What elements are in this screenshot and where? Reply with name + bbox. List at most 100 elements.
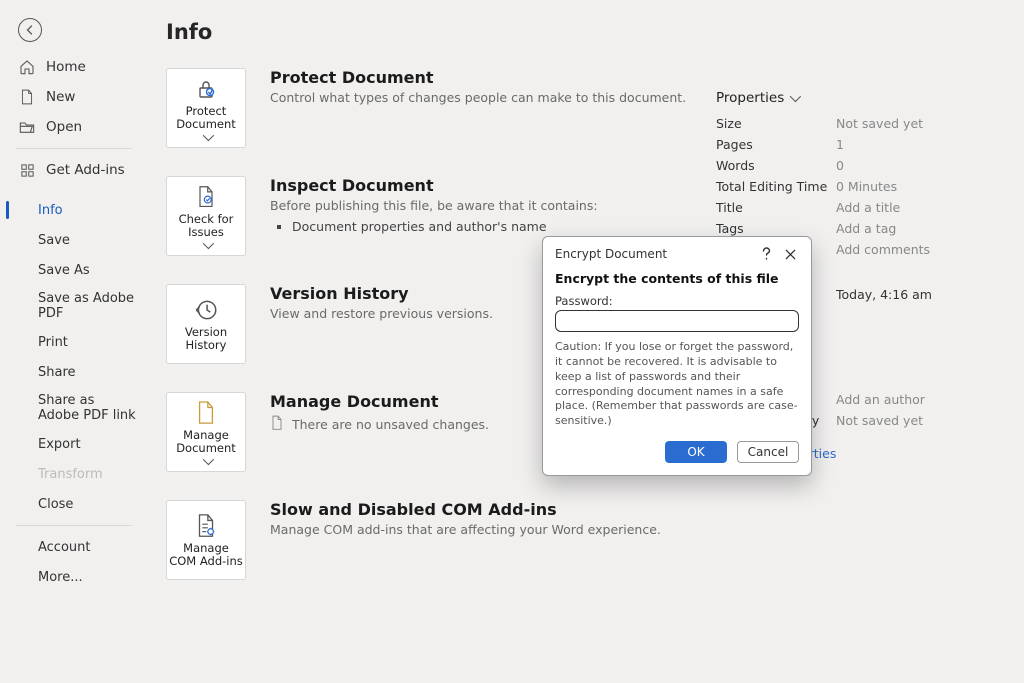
back-button[interactable] bbox=[18, 18, 42, 42]
protect-desc: Control what types of changes people can… bbox=[270, 89, 706, 107]
nav-home-label: Home bbox=[46, 59, 86, 75]
help-button[interactable] bbox=[757, 245, 775, 263]
addins-icon bbox=[18, 161, 36, 179]
close-icon bbox=[785, 249, 796, 260]
nav-save-adobe-pdf[interactable]: Save as Adobe PDF bbox=[0, 285, 148, 327]
version-history-tile[interactable]: Version History bbox=[166, 284, 246, 364]
nav-more-label: More... bbox=[38, 570, 83, 585]
manage-document-tile[interactable]: Manage Document bbox=[166, 392, 246, 472]
prop-title-val[interactable]: Add a title bbox=[836, 200, 996, 215]
question-icon bbox=[761, 247, 772, 261]
inspect-title: Inspect Document bbox=[270, 176, 706, 195]
prop-author-val[interactable]: Add an author bbox=[836, 392, 996, 407]
nav-close-label: Close bbox=[38, 497, 73, 512]
nav-get-addins-label: Get Add-ins bbox=[46, 162, 125, 178]
manage-com-addins-tile[interactable]: Manage COM Add-ins bbox=[166, 500, 246, 580]
arrow-left-icon bbox=[24, 24, 36, 36]
document-icon bbox=[195, 399, 217, 427]
com-title: Slow and Disabled COM Add-ins bbox=[270, 500, 706, 519]
lock-icon bbox=[194, 75, 218, 103]
com-desc: Manage COM add-ins that are affecting yo… bbox=[270, 521, 706, 539]
protect-document-tile[interactable]: Protect Document bbox=[166, 68, 246, 148]
nav-save-label: Save bbox=[38, 233, 70, 248]
nav-account[interactable]: Account bbox=[0, 532, 148, 562]
encrypt-document-dialog: Encrypt Document Encrypt the contents of… bbox=[542, 236, 812, 476]
dialog-title: Encrypt Document bbox=[555, 247, 667, 261]
nav-open-label: Open bbox=[46, 119, 82, 135]
properties-dropdown[interactable]: Properties bbox=[716, 90, 996, 106]
nav-transform: Transform bbox=[0, 459, 148, 489]
chevron-down-icon bbox=[203, 238, 214, 249]
nav-share[interactable]: Share bbox=[0, 357, 148, 387]
ok-button[interactable]: OK bbox=[665, 441, 727, 463]
prop-editing-time-val: 0 Minutes bbox=[836, 179, 996, 194]
prop-size-key: Size bbox=[716, 116, 836, 131]
gear-document-icon bbox=[194, 512, 218, 540]
prop-comments-val[interactable]: Add comments bbox=[836, 242, 996, 257]
nav-save-adobe-label: Save as Adobe PDF bbox=[38, 291, 138, 321]
properties-label: Properties bbox=[716, 90, 784, 106]
section-protect: Protect Document Protect Document Contro… bbox=[166, 68, 706, 148]
prop-title-key: Title bbox=[716, 200, 836, 215]
dialog-caution-text: Caution: If you lose or forget the passw… bbox=[555, 340, 799, 429]
nav-new-label: New bbox=[46, 89, 75, 105]
page-title: Info bbox=[166, 20, 996, 44]
nav-close[interactable]: Close bbox=[0, 489, 148, 519]
section-com-addins: Manage COM Add-ins Slow and Disabled COM… bbox=[166, 500, 706, 580]
inspect-bullet: Document properties and author's name bbox=[292, 219, 706, 234]
folder-open-icon bbox=[18, 118, 36, 136]
nav-get-addins[interactable]: Get Add-ins bbox=[0, 155, 148, 185]
nav-export[interactable]: Export bbox=[0, 429, 148, 459]
chevron-down-icon bbox=[203, 130, 214, 141]
nav-separator bbox=[16, 148, 132, 149]
file-menu-sidebar: Home New Open Get Add-ins Info Save Save… bbox=[0, 0, 148, 683]
password-label: Password: bbox=[555, 294, 799, 308]
inspect-desc: Before publishing this file, be aware th… bbox=[270, 197, 706, 215]
prop-tags-key: Tags bbox=[716, 221, 836, 236]
prop-words-val: 0 bbox=[836, 158, 996, 173]
manage-desc: There are no unsaved changes. bbox=[292, 416, 489, 434]
nav-share-adobe-link[interactable]: Share as Adobe PDF link bbox=[0, 387, 148, 429]
nav-export-label: Export bbox=[38, 437, 81, 452]
nav-print-label: Print bbox=[38, 335, 68, 350]
prop-size-val: Not saved yet bbox=[836, 116, 996, 131]
cancel-button[interactable]: Cancel bbox=[737, 441, 799, 463]
protect-tile-label: Protect Document bbox=[169, 105, 243, 131]
nav-save-as-label: Save As bbox=[38, 263, 90, 278]
nav-info[interactable]: Info bbox=[0, 195, 148, 225]
home-icon bbox=[18, 58, 36, 76]
nav-new[interactable]: New bbox=[0, 82, 148, 112]
nav-separator bbox=[16, 525, 132, 526]
nav-open[interactable]: Open bbox=[0, 112, 148, 142]
manage-com-addins-tile-label: Manage COM Add-ins bbox=[169, 542, 243, 568]
password-input[interactable] bbox=[555, 310, 799, 332]
nav-print[interactable]: Print bbox=[0, 327, 148, 357]
history-icon bbox=[193, 296, 219, 324]
nav-save[interactable]: Save bbox=[0, 225, 148, 255]
chevron-down-icon bbox=[203, 454, 214, 465]
nav-share-label: Share bbox=[38, 365, 76, 380]
prop-words-key: Words bbox=[716, 158, 836, 173]
nav-account-label: Account bbox=[38, 540, 91, 555]
chevron-down-icon bbox=[790, 91, 801, 102]
prop-editing-time-key: Total Editing Time bbox=[716, 179, 836, 194]
prop-pages-val: 1 bbox=[836, 137, 996, 152]
close-button[interactable] bbox=[781, 245, 799, 263]
dialog-heading: Encrypt the contents of this file bbox=[555, 271, 799, 286]
nav-share-adobe-label: Share as Adobe PDF link bbox=[38, 393, 138, 423]
inspect-icon bbox=[194, 183, 218, 211]
nav-transform-label: Transform bbox=[38, 467, 103, 482]
check-issues-tile[interactable]: Check for Issues bbox=[166, 176, 246, 256]
prop-pages-key: Pages bbox=[716, 137, 836, 152]
manage-document-tile-label: Manage Document bbox=[169, 429, 243, 455]
nav-info-label: Info bbox=[38, 203, 63, 218]
nav-more[interactable]: More... bbox=[0, 562, 148, 592]
nav-home[interactable]: Home bbox=[0, 52, 148, 82]
document-icon bbox=[18, 88, 36, 106]
prop-tags-val[interactable]: Add a tag bbox=[836, 221, 996, 236]
nav-save-as[interactable]: Save As bbox=[0, 255, 148, 285]
check-issues-tile-label: Check for Issues bbox=[169, 213, 243, 239]
version-history-tile-label: Version History bbox=[169, 326, 243, 352]
prop-modified-by-val: Not saved yet bbox=[836, 413, 996, 428]
document-small-icon bbox=[270, 415, 284, 435]
